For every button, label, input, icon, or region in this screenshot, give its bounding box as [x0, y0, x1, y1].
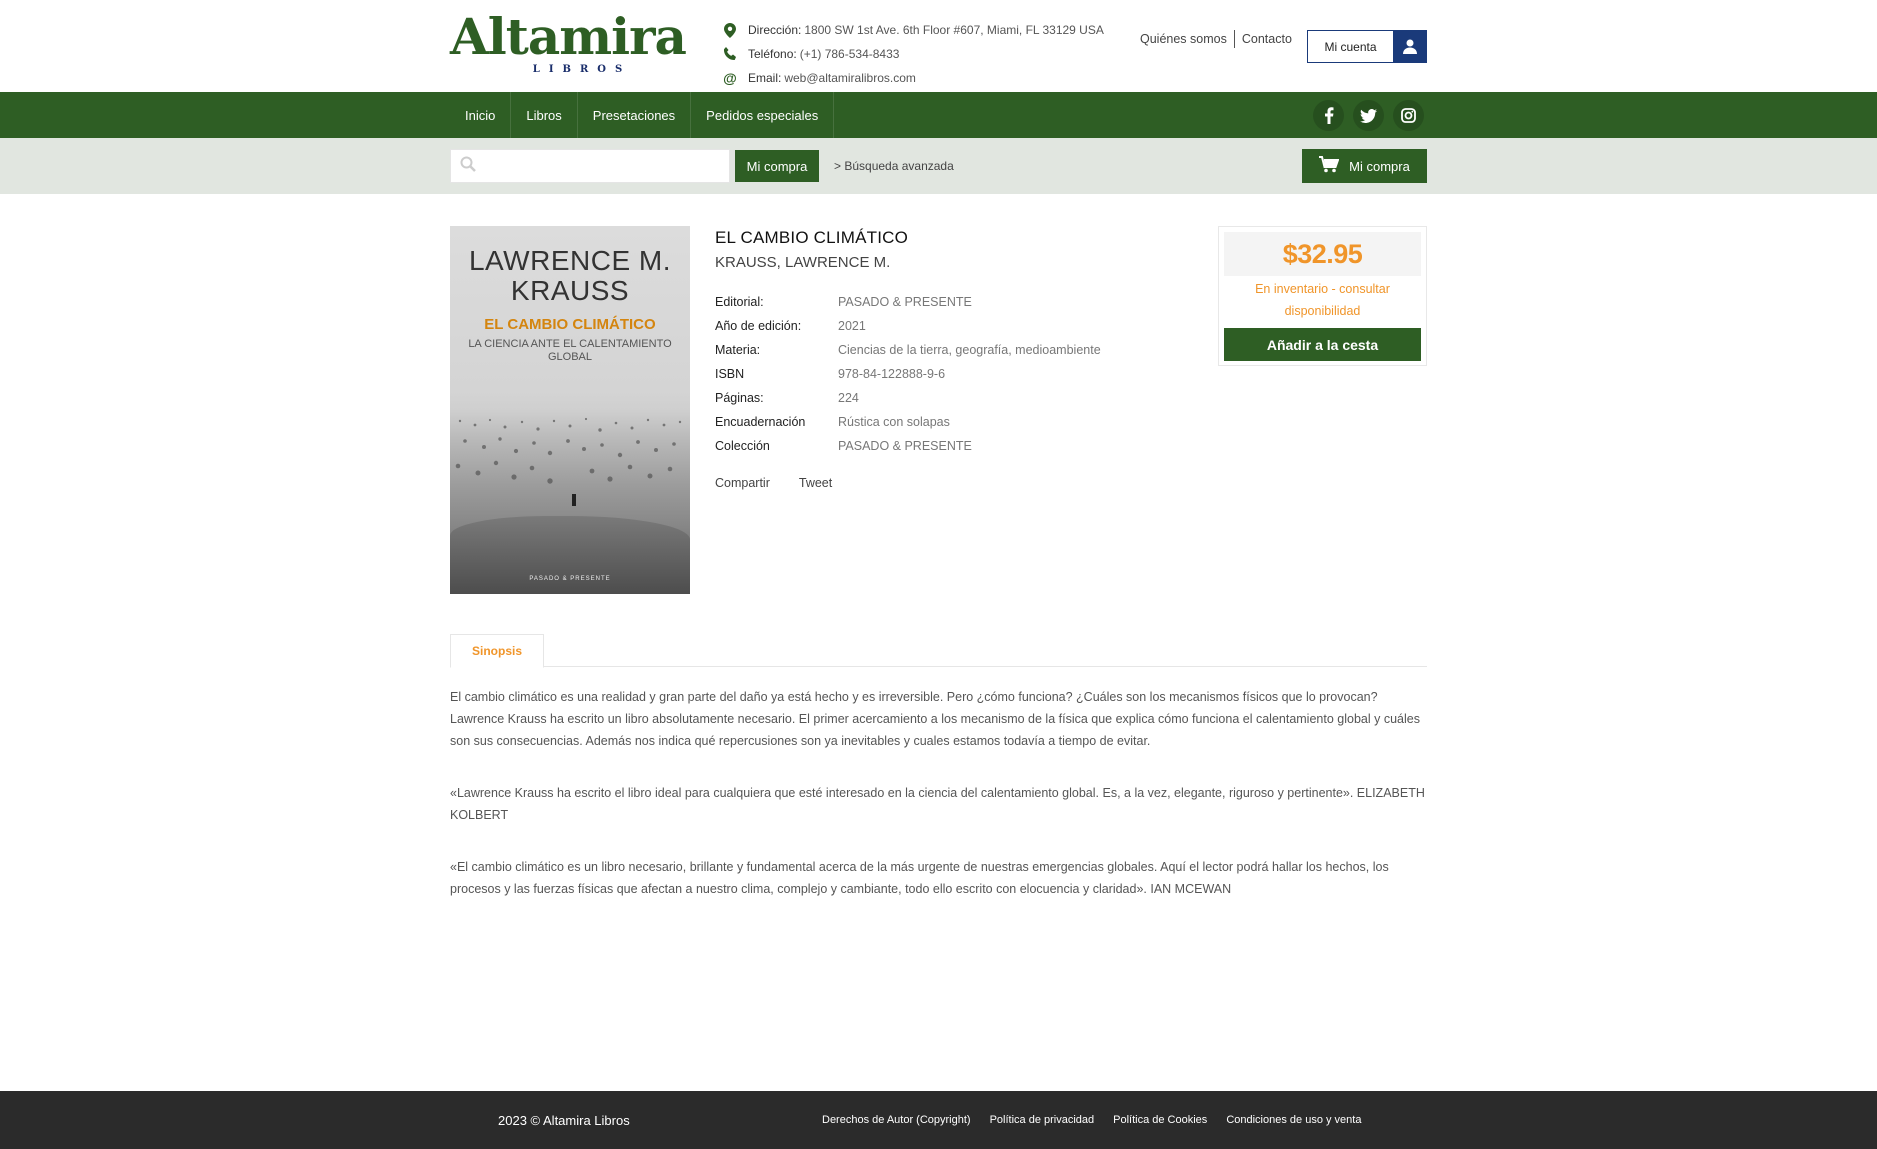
price-box: $32.95 En inventario - consultar disponi…: [1218, 226, 1427, 366]
user-icon: [1393, 31, 1426, 62]
detail-value: 978-84-122888-9-6: [838, 367, 946, 381]
synopsis-paragraph: «El cambio climático es un libro necesar…: [450, 860, 1389, 896]
detail-label: Colección: [715, 439, 770, 453]
share-links: Compartir Tweet: [715, 476, 832, 490]
cover-rock-foreground: [450, 516, 690, 594]
search-icon: [460, 156, 476, 177]
book-details: Editorial: PASADO & PRESENTE Año de edic…: [715, 290, 1101, 458]
cover-figure-silhouette: [572, 494, 576, 506]
at-sign-icon: @: [723, 70, 737, 86]
detail-value: Rústica con solapas: [838, 415, 950, 429]
main-nav: Inicio Libros Presetaciones Pedidos espe…: [0, 92, 1877, 138]
nav-item-libros[interactable]: Libros: [511, 92, 578, 138]
copyright: 2023 © Altamira Libros: [498, 1113, 630, 1128]
search-button[interactable]: Mi compra: [735, 150, 819, 182]
account-label: Mi cuenta: [1324, 39, 1377, 54]
detail-value[interactable]: Ciencias de la tierra, geografía, medioa…: [838, 343, 1101, 357]
detail-row: Año de edición: 2021: [715, 314, 1101, 338]
footer-link-cookies[interactable]: Política de Cookies: [1113, 1114, 1207, 1126]
site-logo[interactable]: Altamira LIBROS: [450, 12, 702, 78]
contact-link[interactable]: Contacto: [1242, 32, 1292, 46]
nav-item-inicio[interactable]: Inicio: [450, 92, 512, 138]
nav-item-pedidos-especiales[interactable]: Pedidos especiales: [691, 92, 835, 138]
book-title: EL CAMBIO CLIMÁTICO: [715, 228, 909, 247]
twitter-icon[interactable]: [1353, 100, 1384, 131]
detail-label: Páginas:: [715, 391, 764, 405]
search-input[interactable]: [484, 158, 729, 174]
book-cover-image[interactable]: LAWRENCE M. KRAUSS EL CAMBIO CLIMÁTICO L…: [450, 226, 690, 594]
site-header: Altamira LIBROS Dirección: 1800 SW 1st A…: [0, 0, 1877, 92]
phone-icon: [722, 46, 738, 62]
detail-value[interactable]: PASADO & PRESENTE: [838, 295, 972, 309]
detail-value: 224: [838, 391, 859, 405]
contact-phone: Teléfono: (+1) 786-534-8433: [722, 42, 1104, 66]
synopsis-paragraph: El cambio climático es una realidad y gr…: [450, 690, 1420, 748]
contact-address: Dirección: 1800 SW 1st Ave. 6th Floor #6…: [722, 18, 1104, 42]
add-to-cart-button[interactable]: Añadir a la cesta: [1224, 328, 1421, 361]
detail-row: Colección PASADO & PRESENTE: [715, 434, 1101, 458]
detail-row: ISBN 978-84-122888-9-6: [715, 362, 1101, 386]
search-field: [450, 149, 730, 183]
detail-label: ISBN: [715, 367, 745, 381]
logo-wordmark: Altamira: [450, 7, 687, 66]
site-footer: 2023 © Altamira Libros Derechos de Autor…: [0, 1091, 1877, 1149]
cover-subtitle: LA CIENCIA ANTE EL CALENTAMIENTO GLOBAL: [468, 338, 672, 363]
cart-icon: [1319, 156, 1340, 176]
detail-row: Editorial: PASADO & PRESENTE: [715, 290, 1101, 314]
email-label: Email:: [748, 71, 782, 85]
tweet-button[interactable]: Tweet: [799, 476, 832, 490]
phone-label: Teléfono:: [748, 47, 797, 61]
contact-info: Dirección: 1800 SW 1st Ave. 6th Floor #6…: [722, 18, 1104, 90]
synopsis-content: El cambio climático es una realidad y gr…: [450, 686, 1427, 930]
footer-link-terms[interactable]: Condiciones de uso y venta: [1226, 1114, 1361, 1126]
book-author[interactable]: KRAUSS, LAWRENCE M.: [715, 254, 908, 271]
tab-synopsis[interactable]: Sinopsis: [450, 634, 544, 668]
address-value: 1800 SW 1st Ave. 6th Floor #607, Miami, …: [804, 23, 1104, 37]
tab-bar: Sinopsis: [450, 634, 1427, 668]
nav-item-presetaciones[interactable]: Presetaciones: [578, 92, 692, 138]
about-link[interactable]: Quiénes somos: [1140, 32, 1227, 46]
link-divider: [1233, 30, 1235, 48]
cart-button[interactable]: Mi compra: [1302, 149, 1427, 183]
footer-link-privacy[interactable]: Política de privacidad: [990, 1114, 1095, 1126]
cover-title: EL CAMBIO CLIMÁTICO: [484, 316, 656, 333]
social-links: [1313, 100, 1424, 131]
facebook-icon[interactable]: [1313, 100, 1344, 131]
synopsis-paragraph: «Lawrence Krauss ha escrito el libro ide…: [450, 786, 1425, 822]
detail-value: 2021: [838, 319, 866, 333]
cart-label: Mi compra: [1349, 158, 1410, 174]
account-button[interactable]: Mi cuenta: [1307, 30, 1427, 63]
detail-label: Materia:: [715, 343, 761, 357]
detail-row: Páginas: 224: [715, 386, 1101, 410]
email-value[interactable]: web@altamiralibros.com: [784, 71, 916, 85]
footer-link-copyright[interactable]: Derechos de Autor (Copyright): [822, 1114, 971, 1126]
stock-status: En inventario - consultar disponibilidad: [1255, 282, 1390, 318]
detail-row: Materia: Ciencias de la tierra, geografí…: [715, 338, 1101, 362]
advanced-search-link[interactable]: > Búsqueda avanzada: [834, 159, 954, 173]
nav-items: Inicio Libros Presetaciones Pedidos espe…: [450, 92, 835, 138]
cover-publisher: PASADO & PRESENTE: [529, 576, 611, 582]
instagram-icon[interactable]: [1393, 100, 1424, 131]
footer-links: Derechos de Autor (Copyright) Política d…: [822, 1114, 1361, 1126]
phone-value[interactable]: (+1) 786-534-8433: [800, 47, 900, 61]
book-heading: EL CAMBIO CLIMÁTICO KRAUSS, LAWRENCE M.: [715, 228, 908, 271]
contact-email: @ Email: web@altamiralibros.com: [722, 66, 1104, 90]
book-price: $32.95: [1224, 232, 1421, 276]
share-button[interactable]: Compartir: [715, 476, 770, 490]
cover-birds-illustration: [455, 417, 682, 484]
top-links: Quiénes somos Contacto: [1140, 30, 1292, 48]
detail-label: Año de edición:: [715, 319, 802, 333]
address-label: Dirección:: [748, 23, 802, 37]
cover-author: LAWRENCE M. KRAUSS: [468, 245, 672, 306]
detail-label: Editorial:: [715, 295, 764, 309]
search-bar: Mi compra > Búsqueda avanzada Mi compra: [0, 138, 1877, 194]
detail-row: Encuadernación Rústica con solapas: [715, 410, 1101, 434]
detail-value[interactable]: PASADO & PRESENTE: [838, 439, 972, 453]
detail-label: Encuadernación: [715, 415, 806, 429]
map-pin-icon: [722, 22, 738, 38]
